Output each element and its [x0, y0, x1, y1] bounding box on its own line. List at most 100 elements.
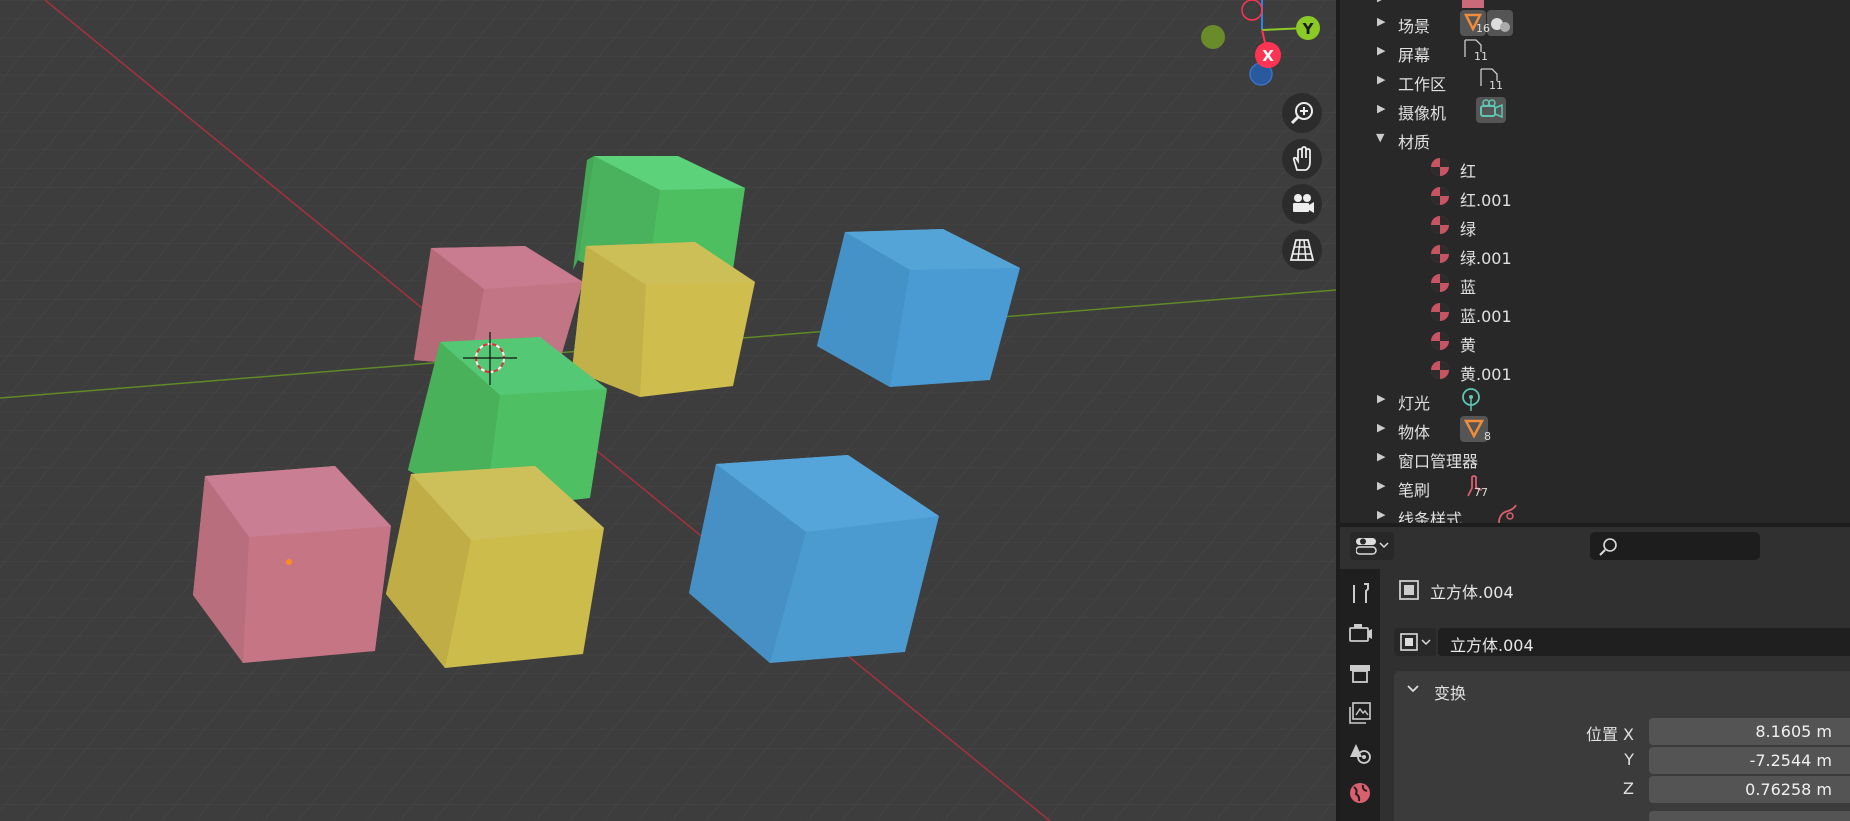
outliner-row-linestyles[interactable]: ▶ 线条样式 [1340, 501, 1850, 523]
viewport-scene [0, 0, 1336, 821]
outliner-row-lights[interactable]: ▶ 灯光 [1340, 385, 1850, 414]
material-item[interactable]: 黄.001 [1340, 356, 1850, 385]
object-name-field-value: 立方体.004 [1450, 636, 1534, 655]
outliner-row-label: 摄像机 [1398, 104, 1447, 123]
outliner-row-label: 线条样式 [1398, 510, 1463, 523]
tab-world[interactable] [1344, 777, 1376, 809]
material-label: 红 [1460, 162, 1477, 181]
gizmo-y-label: Y [1302, 20, 1315, 38]
cube-pink-front[interactable] [193, 466, 391, 663]
transform-panel-title[interactable]: 变换 [1434, 680, 1466, 704]
expand-arrow-icon[interactable]: ▶ [1377, 421, 1385, 434]
outliner-row-window-managers[interactable]: ▶ 窗口管理器 [1340, 443, 1850, 472]
editor-type-button[interactable] [1350, 532, 1394, 560]
render-icon [1349, 624, 1372, 642]
mesh-object-icon [1400, 633, 1431, 651]
outliner-row-label: 物体 [1398, 423, 1431, 442]
light-icon [1462, 388, 1480, 411]
scene-props-icon [1350, 744, 1371, 764]
object-name: 立方体.004 [1430, 583, 1514, 602]
material-icon [1431, 245, 1449, 263]
neg-x-icon[interactable] [1241, 0, 1263, 21]
location-x-field[interactable]: 8.1605 m [1649, 718, 1850, 745]
expand-arrow-icon[interactable]: ▶ [1377, 44, 1385, 57]
cube-yellow-back[interactable] [572, 242, 755, 397]
tab-view-layer[interactable] [1344, 697, 1376, 729]
chevron-down-icon[interactable] [1406, 683, 1420, 695]
material-label: 红.001 [1460, 191, 1512, 210]
view-layer-icon [1349, 702, 1371, 724]
material-item[interactable]: 蓝.001 [1340, 298, 1850, 327]
perspective-toggle-button[interactable] [1282, 230, 1322, 270]
object-name-field[interactable]: 立方体.004 [1438, 628, 1850, 656]
location-y-field[interactable]: -7.2544 m [1649, 747, 1850, 774]
outliner-row-workspaces[interactable]: ▶ 工作区 11 [1340, 66, 1850, 95]
outliner-row-materials[interactable]: ▼ 材质 [1340, 124, 1850, 153]
material-item[interactable]: 黄 [1340, 327, 1850, 356]
outliner-row-objects[interactable]: ▶ 物体 8 [1340, 414, 1850, 443]
zoom-button[interactable] [1282, 93, 1322, 133]
location-z-field[interactable]: 0.76258 m [1649, 776, 1850, 803]
properties-tabs [1340, 569, 1380, 821]
material-icon [1431, 158, 1449, 176]
tab-scene[interactable] [1344, 737, 1376, 769]
perspective-grid-icon [1289, 239, 1315, 261]
camera-icon [1293, 194, 1314, 213]
object-type-icon [1399, 580, 1419, 600]
outliner-row-brushes[interactable]: ▶ 笔刷 77 [1340, 472, 1850, 501]
expand-arrow-icon[interactable]: ▶ [1377, 102, 1385, 115]
material-label: 绿 [1460, 220, 1477, 239]
outliner-row-label: 场景 [1398, 17, 1431, 36]
material-item[interactable]: 蓝 [1340, 269, 1850, 298]
properties-editor: 立方体.004 立方体.004 变换 位置 X 8.1605 m Y -7.25… [1340, 527, 1850, 821]
material-label: 蓝.001 [1460, 307, 1512, 326]
neg-y-icon[interactable] [1201, 25, 1225, 49]
expand-arrow-icon[interactable]: ▶ [1377, 73, 1385, 86]
zoom-icon [1290, 102, 1313, 125]
expand-arrow-icon[interactable]: ▶ [1377, 450, 1385, 463]
camera-data-icon [1476, 97, 1506, 123]
3d-viewport[interactable]: Y X [0, 0, 1336, 821]
outliner-row-count: 11 [1489, 79, 1503, 92]
data-selector-button[interactable] [1394, 628, 1436, 656]
location-y-value: -7.2544 m [1749, 751, 1832, 770]
expand-arrow-icon[interactable]: ▶ [1377, 508, 1385, 521]
tab-output[interactable] [1344, 657, 1376, 689]
tab-tool[interactable] [1344, 577, 1376, 609]
pan-button[interactable] [1282, 139, 1322, 179]
gizmo-x-label: X [1262, 47, 1274, 65]
rotation-field-partial[interactable] [1649, 811, 1850, 821]
camera-view-button[interactable] [1282, 184, 1322, 224]
image-icon [1462, 0, 1484, 8]
orientation-gizmo[interactable]: Y X [1190, 0, 1336, 90]
material-item[interactable]: 绿.001 [1340, 240, 1850, 269]
material-icon [1431, 303, 1449, 321]
outliner-row-label: 工作区 [1398, 75, 1447, 94]
transform-panel: 变换 位置 X 8.1605 m Y -7.2544 m Z 0.76258 m [1394, 671, 1850, 821]
properties-search-input[interactable] [1590, 532, 1760, 560]
material-item[interactable]: 绿 [1340, 211, 1850, 240]
expand-arrow-icon[interactable]: ▶ [1377, 392, 1385, 405]
pan-hand-icon [1292, 146, 1311, 171]
properties-editor-icon [1356, 538, 1389, 555]
expand-arrow-icon[interactable]: ▶ [1377, 479, 1385, 492]
material-icon [1431, 216, 1449, 234]
outliner-row-scenes[interactable]: ▶ 场景 16 [1340, 8, 1850, 37]
material-label: 黄 [1460, 336, 1477, 355]
material-item[interactable]: 红 [1340, 153, 1850, 182]
expand-arrow-icon[interactable]: ▶ [1377, 0, 1385, 4]
location-x-value: 8.1605 m [1755, 722, 1832, 741]
expand-arrow-icon[interactable]: ▶ [1377, 15, 1385, 28]
outliner-row-cameras[interactable]: ▶ 摄像机 [1340, 95, 1850, 124]
output-printer-icon [1350, 665, 1370, 683]
material-label: 蓝 [1460, 278, 1477, 297]
material-item[interactable]: 红.001 [1340, 182, 1850, 211]
outliner-row-screens[interactable]: ▶ 屏幕 11 [1340, 37, 1850, 66]
collapse-arrow-icon[interactable]: ▼ [1376, 131, 1384, 144]
tool-icon [1353, 583, 1369, 603]
outliner-row-label: 材质 [1398, 133, 1431, 152]
floor-grid [0, 0, 1336, 821]
location-z-value: 0.76258 m [1745, 780, 1832, 799]
search-icon [1599, 538, 1617, 556]
tab-render[interactable] [1344, 617, 1376, 649]
